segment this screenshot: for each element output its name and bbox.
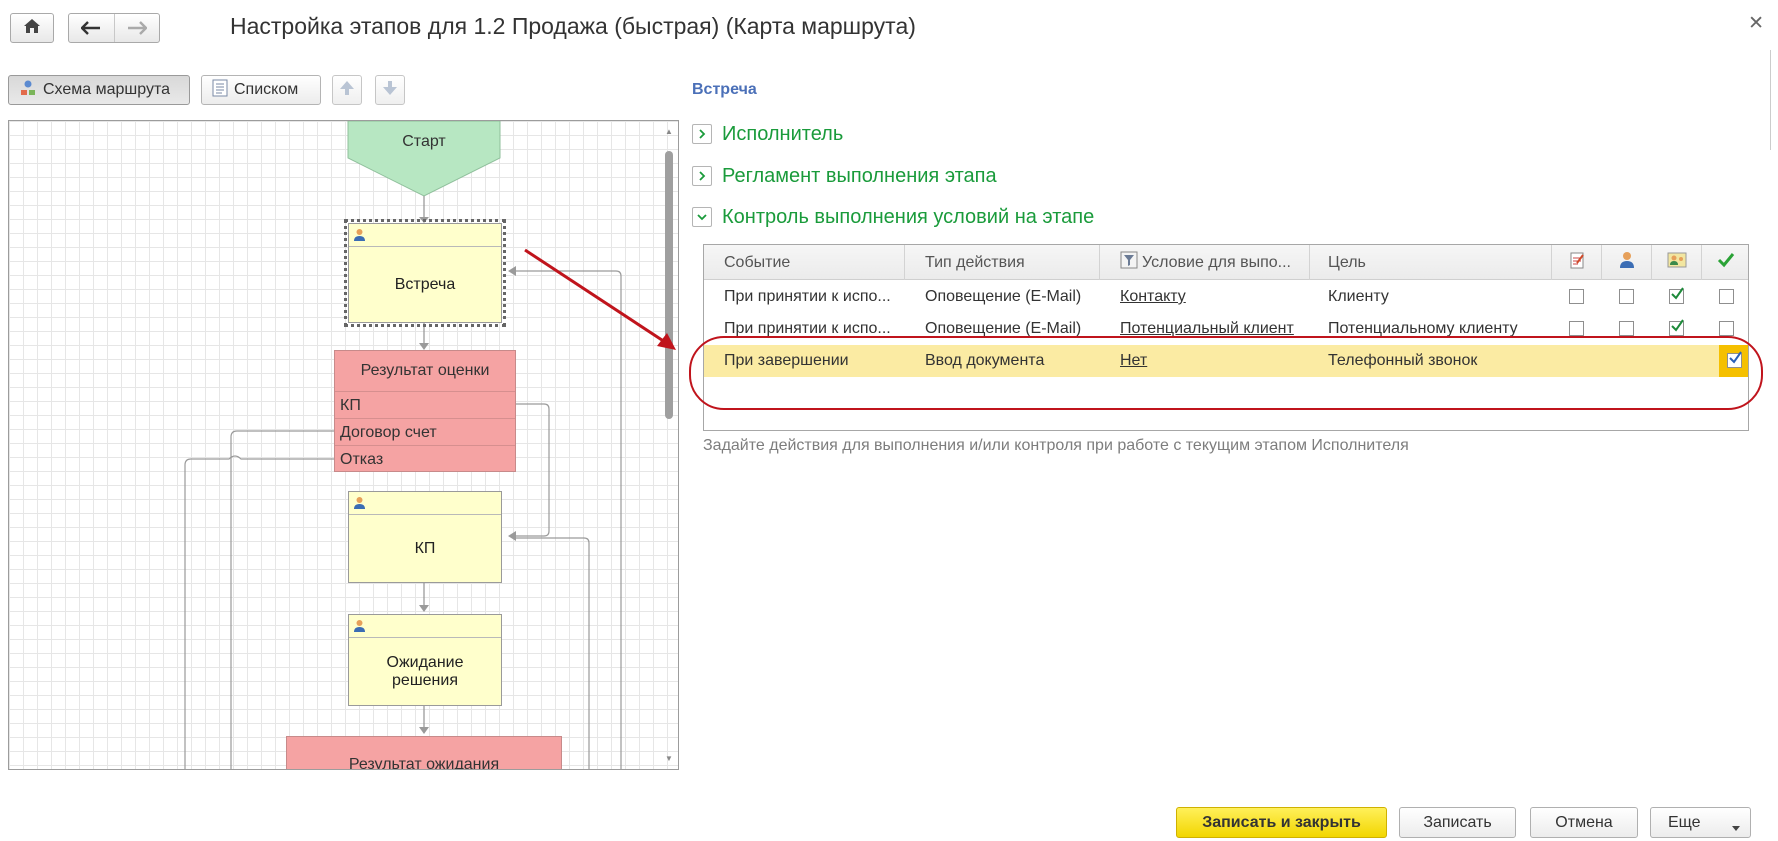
cell-action: Оповещение (E-Mail) bbox=[925, 288, 1082, 305]
cell-target: Телефонный звонок bbox=[1328, 352, 1478, 369]
move-down-button[interactable] bbox=[375, 75, 405, 105]
arrow-down-icon bbox=[382, 80, 398, 101]
condition-title: Результат оценки bbox=[360, 362, 490, 379]
list-view-button[interactable]: Списком bbox=[201, 75, 321, 105]
more-button[interactable]: Еще bbox=[1650, 807, 1751, 838]
arrow-up-icon bbox=[339, 80, 355, 101]
hint-text: Задайте действия для выполнения и/или ко… bbox=[703, 437, 1409, 454]
group-executor[interactable]: Исполнитель bbox=[692, 122, 843, 146]
cell-target: Потенциальному клиенту bbox=[1328, 320, 1518, 337]
scheme-view-label: Схема маршрута bbox=[43, 81, 171, 98]
chevron-right-icon[interactable] bbox=[692, 166, 712, 186]
contact-card-icon bbox=[1667, 251, 1687, 274]
cell-action: Ввод документа bbox=[925, 352, 1045, 369]
condition-node-waiting-result[interactable]: Результат ожидания bbox=[286, 736, 562, 770]
save-button[interactable]: Записать bbox=[1399, 807, 1516, 838]
group-executor-label: Исполнитель bbox=[722, 122, 844, 145]
stage-node-kp[interactable]: КП bbox=[348, 491, 502, 583]
scroll-up-icon[interactable]: ▲ bbox=[665, 127, 673, 136]
stage-node-waiting[interactable]: Ожидание решения bbox=[348, 614, 502, 706]
forward-icon[interactable] bbox=[115, 14, 160, 42]
diagram-scrollbar[interactable]: ▲ ▼ bbox=[662, 123, 676, 767]
condition2-title: Результат ожидания bbox=[348, 756, 500, 770]
window-title: Настройка этапов для 1.2 Продажа (быстра… bbox=[230, 13, 916, 39]
cell-condition-link[interactable]: Потенциальный клиент bbox=[1120, 313, 1305, 345]
dropdown-arrow-icon bbox=[1732, 819, 1740, 837]
window-scrollbar[interactable] bbox=[1770, 50, 1778, 150]
save-and-close-button[interactable]: Записать и закрыть bbox=[1176, 807, 1387, 838]
column-header-condition[interactable]: Условие для выпо... bbox=[1100, 245, 1310, 280]
checkbox-task[interactable] bbox=[1569, 321, 1584, 336]
condition-node-evaluation[interactable]: Результат оценки КП Договор счет Отказ bbox=[334, 350, 516, 472]
chevron-down-icon[interactable] bbox=[692, 207, 712, 227]
route-scheme-icon bbox=[19, 79, 37, 102]
column-header-event[interactable]: Событие bbox=[704, 245, 905, 280]
stage-title: Встреча bbox=[692, 81, 757, 98]
condition-option-contract[interactable]: Договор счет bbox=[335, 418, 515, 445]
start-node[interactable]: Старт bbox=[348, 133, 500, 151]
table-row-selected[interactable]: При завершении Ввод документа Нет Телефо… bbox=[704, 345, 1748, 377]
list-icon bbox=[212, 79, 228, 102]
control-table[interactable]: Событие Тип действия Условие для выпо...… bbox=[703, 244, 1749, 431]
checkbox-contact[interactable] bbox=[1669, 287, 1684, 304]
group-control-label: Контроль выполнения условий на этапе bbox=[722, 205, 1095, 228]
table-row[interactable]: При принятии к испо... Оповещение (E-Mai… bbox=[704, 281, 1748, 313]
column-header-target[interactable]: Цель bbox=[1310, 245, 1552, 280]
column-header-task[interactable] bbox=[1552, 245, 1602, 280]
condition-option-refuse[interactable]: Отказ bbox=[335, 445, 515, 472]
more-button-label: Еще bbox=[1668, 813, 1701, 831]
stage-label-kp: КП bbox=[414, 539, 436, 557]
condition-column-icon bbox=[1120, 251, 1138, 274]
stage-label-meeting: Встреча bbox=[394, 275, 456, 293]
column-header-done[interactable] bbox=[1702, 245, 1748, 280]
stage-node-meeting[interactable]: Встреча bbox=[344, 219, 506, 327]
move-up-button[interactable] bbox=[332, 75, 362, 105]
close-icon[interactable]: ✕ bbox=[1748, 12, 1764, 35]
checkbox-done[interactable] bbox=[1727, 351, 1742, 368]
route-diagram[interactable]: Старт Встреча Результат оценки КП Догово… bbox=[8, 120, 679, 770]
group-regulation[interactable]: Регламент выполнения этапа bbox=[692, 164, 997, 188]
condition-option-kp[interactable]: КП bbox=[335, 391, 515, 418]
cell-event: При завершении bbox=[724, 352, 849, 369]
stage-label-waiting: Ожидание решения bbox=[386, 653, 464, 689]
cell-condition-link[interactable]: Контакту bbox=[1120, 281, 1305, 313]
user-icon bbox=[353, 228, 366, 247]
list-view-label: Списком bbox=[234, 81, 299, 98]
column-header-action[interactable]: Тип действия bbox=[905, 245, 1100, 280]
group-regulation-label: Регламент выполнения этапа bbox=[722, 164, 997, 187]
user-icon bbox=[1619, 251, 1635, 274]
checkbox-done[interactable] bbox=[1719, 289, 1734, 304]
table-row[interactable]: При принятии к испо... Оповещение (E-Mai… bbox=[704, 313, 1748, 345]
column-header-user[interactable] bbox=[1602, 245, 1652, 280]
checkbox-contact[interactable] bbox=[1669, 319, 1684, 336]
checkbox-done[interactable] bbox=[1719, 321, 1734, 336]
user-icon bbox=[353, 619, 366, 638]
column-header-contact[interactable] bbox=[1652, 245, 1702, 280]
cell-action: Оповещение (E-Mail) bbox=[925, 320, 1082, 337]
back-icon[interactable] bbox=[69, 14, 115, 42]
nav-buttons bbox=[68, 13, 160, 43]
scrollbar-thumb[interactable] bbox=[665, 151, 673, 419]
cell-target: Клиенту bbox=[1328, 288, 1389, 305]
checkbox-task[interactable] bbox=[1569, 289, 1584, 304]
checkbox-user[interactable] bbox=[1619, 321, 1634, 336]
cell-event: При принятии к испо... bbox=[724, 288, 891, 305]
table-header: Событие Тип действия Условие для выпо...… bbox=[704, 245, 1748, 280]
group-control[interactable]: Контроль выполнения условий на этапе bbox=[692, 205, 1094, 229]
chevron-right-icon[interactable] bbox=[692, 124, 712, 144]
checkmark-icon bbox=[1717, 252, 1735, 273]
scroll-down-icon[interactable]: ▼ bbox=[665, 754, 673, 763]
cell-event: При принятии к испо... bbox=[724, 320, 891, 337]
user-icon bbox=[353, 496, 366, 515]
checkbox-user[interactable] bbox=[1619, 289, 1634, 304]
task-icon bbox=[1568, 251, 1586, 274]
cell-condition-link[interactable]: Нет bbox=[1120, 345, 1305, 377]
home-icon bbox=[23, 18, 41, 39]
cancel-button[interactable]: Отмена bbox=[1530, 807, 1638, 838]
scheme-view-button[interactable]: Схема маршрута bbox=[8, 75, 190, 105]
home-button[interactable] bbox=[10, 13, 54, 43]
